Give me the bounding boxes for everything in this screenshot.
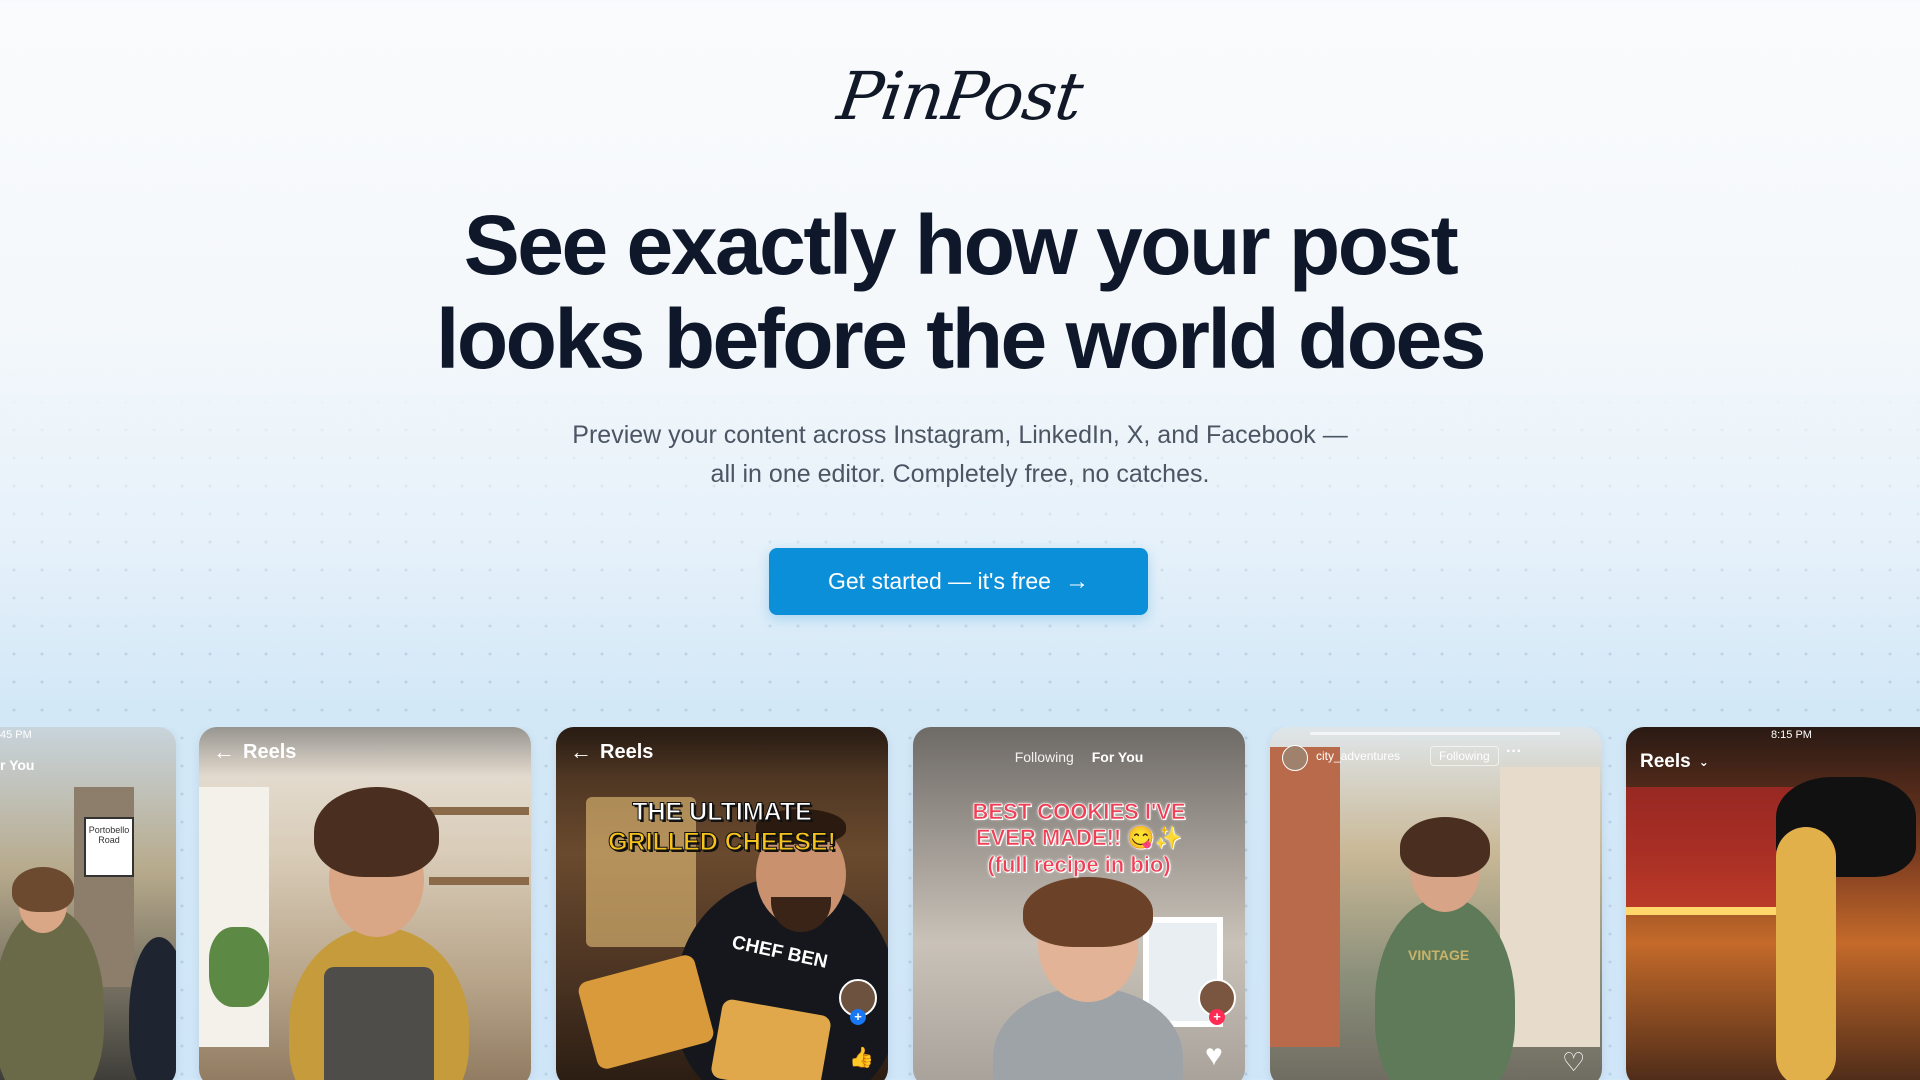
more-options-icon[interactable]: ···: [1506, 743, 1522, 761]
street-sign: Portobello Road: [84, 817, 134, 877]
caption-line-3: (full recipe in bio): [987, 851, 1171, 877]
brand-logo[interactable]: PinPost: [0, 58, 1920, 135]
video-caption-overlay: BEST COOKIES I'VE EVER MADE!! 😋✨ (full r…: [913, 799, 1245, 878]
chevron-down-icon[interactable]: ⌄: [1699, 755, 1709, 769]
overlay-line-1: THE ULTIMATE: [632, 798, 813, 827]
preview-card-grilled-cheese[interactable]: ← Reels THE ULTIMATE GRILLED CHEESE! CHE…: [556, 727, 888, 1080]
preview-card-cookies[interactable]: Following For You BEST COOKIES I'VE EVER…: [913, 727, 1245, 1080]
reels-header[interactable]: ← Reels: [570, 739, 653, 765]
user-avatar[interactable]: [1282, 745, 1308, 771]
follow-plus-icon[interactable]: +: [850, 1009, 866, 1025]
subhead-line-1: Preview your content across Instagram, L…: [572, 421, 1348, 449]
caption-line-2: EVER MADE!! 😋✨: [975, 825, 1183, 851]
username[interactable]: city_adventures: [1316, 749, 1400, 763]
get-started-label: Get started — it's free: [828, 568, 1051, 594]
reels-header[interactable]: ← Reels: [213, 739, 296, 765]
back-arrow-icon[interactable]: ←: [213, 739, 235, 765]
like-thumb-icon[interactable]: 👍: [849, 1045, 874, 1070]
reels-label: Reels: [1640, 751, 1691, 772]
shirt-text: VINTAGE: [1408, 947, 1470, 963]
preview-card-kitchen[interactable]: ← Reels: [199, 727, 531, 1080]
caption-line-1: BEST COOKIES I'VE: [972, 799, 1186, 825]
street-sign-text: Portobello Road: [88, 825, 130, 845]
preview-carousel[interactable]: Portobello Road 45 PM r You ← Reels ← Re…: [0, 727, 1920, 1080]
subhead-line-2: all in one editor. Completely free, no c…: [710, 460, 1210, 488]
feed-tabs: Following For You: [913, 749, 1245, 765]
preview-card-street-food[interactable]: 8:15 PM Reels ⌄: [1626, 727, 1920, 1080]
follow-plus-icon[interactable]: +: [1209, 1009, 1225, 1025]
reels-label: Reels: [600, 740, 654, 763]
heart-outline-icon[interactable]: ♡: [1562, 1047, 1585, 1078]
story-progress-bar: [1310, 732, 1560, 735]
for-you-tab[interactable]: r You: [0, 757, 35, 773]
overlay-line-2: GRILLED CHEESE!: [608, 828, 837, 857]
status-time: 45 PM: [0, 729, 32, 741]
headline-line-2: looks before the world does: [435, 292, 1487, 386]
get-started-button[interactable]: Get started — it's free →: [769, 548, 1148, 615]
headline-line-1: See exactly how your post: [463, 198, 1459, 292]
back-arrow-icon[interactable]: ←: [570, 739, 592, 765]
following-button[interactable]: Following: [1430, 746, 1499, 766]
video-overlay-title: THE ULTIMATE GRILLED CHEESE!: [556, 797, 888, 857]
reels-header[interactable]: Reels ⌄: [1640, 751, 1709, 773]
hero-subhead: Preview your content across Instagram, L…: [0, 416, 1920, 494]
status-time: 8:15 PM: [1771, 729, 1812, 741]
hero-headline: See exactly how your post looks before t…: [0, 198, 1920, 386]
arrow-right-icon: →: [1064, 567, 1089, 595]
tab-following[interactable]: Following: [1015, 749, 1074, 765]
preview-card-city[interactable]: city_adventures Following ··· VINTAGE ♡: [1270, 727, 1602, 1080]
tab-for-you[interactable]: For You: [1092, 749, 1144, 765]
reels-label: Reels: [243, 740, 297, 763]
preview-card-street[interactable]: Portobello Road 45 PM r You: [0, 727, 176, 1080]
heart-icon[interactable]: ♥: [1205, 1039, 1223, 1073]
